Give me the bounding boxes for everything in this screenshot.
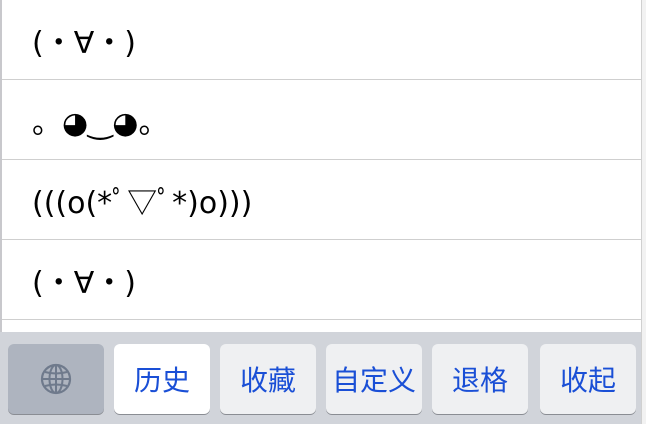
emoticon-keyboard: (・∀・) 。◕‿◕。 (((o(*ﾟ▽ﾟ*)o))) (・∀・) 历史 收藏 … [0, 0, 646, 424]
custom-button[interactable]: 自定义 [326, 344, 422, 414]
emoticon-label: (・∀・) [32, 25, 136, 61]
collapse-button[interactable]: 收起 [540, 344, 636, 414]
backspace-button[interactable]: 退格 [432, 344, 528, 414]
emoticon-list[interactable]: (・∀・) 。◕‿◕。 (((o(*ﾟ▽ﾟ*)o))) (・∀・) [2, 0, 642, 332]
emoticon-label: 。◕‿◕。 [32, 105, 169, 141]
history-button[interactable]: 历史 [114, 344, 210, 414]
emoticon-row[interactable]: 。◕‿◕。 [2, 80, 642, 160]
emoticon-row[interactable]: (・∀・) [2, 240, 642, 320]
globe-icon [39, 362, 73, 396]
keyboard-toolbar: 历史 收藏 自定义 退格 收起 [0, 332, 642, 424]
emoticon-row[interactable]: (・∀・) [2, 0, 642, 80]
globe-key[interactable] [8, 344, 104, 414]
emoticon-row[interactable]: (((o(*ﾟ▽ﾟ*)o))) [2, 160, 642, 240]
right-edge [641, 0, 646, 424]
emoticon-label: (・∀・) [32, 265, 136, 301]
emoticon-label: (((o(*ﾟ▽ﾟ*)o))) [32, 185, 253, 221]
favorites-button[interactable]: 收藏 [220, 344, 316, 414]
